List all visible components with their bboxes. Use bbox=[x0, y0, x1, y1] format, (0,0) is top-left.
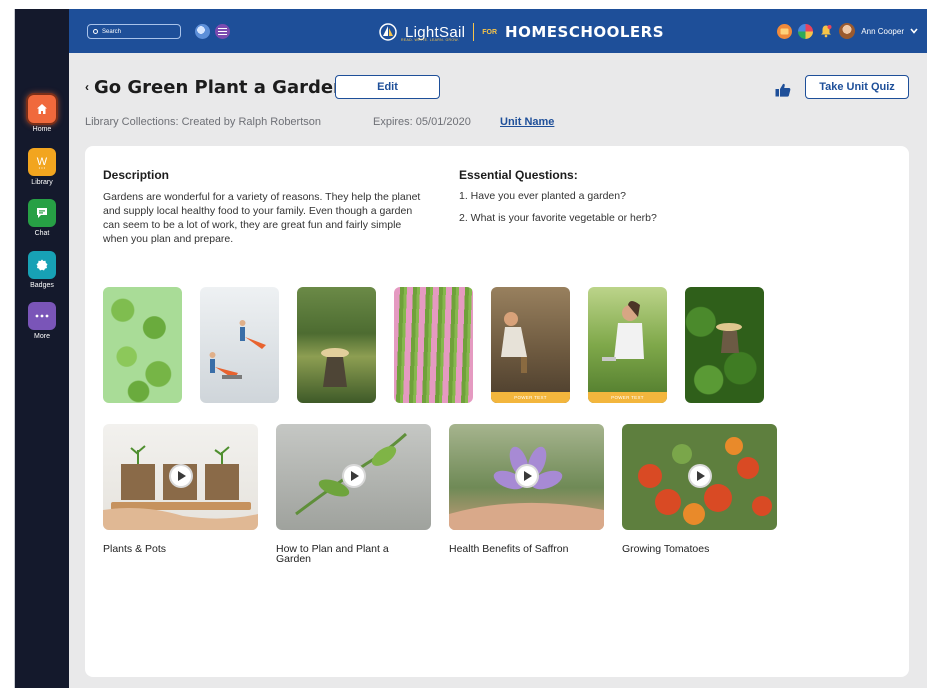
logo-for-text: FOR bbox=[482, 28, 498, 36]
question-item: 2. What is your favorite vegetable or he… bbox=[459, 212, 657, 224]
top-header: Search LightSail READ. WRITE. LEARN. GRO… bbox=[69, 9, 927, 53]
lightsail-logo: LightSail READ. WRITE. LEARN. GROW. FOR … bbox=[379, 19, 664, 45]
page-title: Go Green Plant a Garden bbox=[94, 77, 346, 98]
video-card-tomatoes[interactable] bbox=[622, 424, 777, 530]
expires-meta: Expires: 05/01/2020 bbox=[373, 116, 471, 128]
take-unit-quiz-button[interactable]: Take Unit Quiz bbox=[805, 75, 909, 99]
sidebar-item-label: Badges bbox=[30, 282, 54, 289]
image-tile-woman-gardening[interactable]: POWER TEXT bbox=[588, 287, 667, 403]
image-tile-rice-field-farmer[interactable] bbox=[297, 287, 376, 403]
video-card-saffron[interactable] bbox=[449, 424, 604, 530]
image-tile-asparagus[interactable] bbox=[394, 287, 473, 403]
edit-button[interactable]: Edit bbox=[335, 75, 440, 99]
video-caption[interactable]: Plants & Pots bbox=[103, 544, 253, 555]
user-menu[interactable]: Ann Cooper bbox=[777, 23, 918, 39]
video-card-plan-plant-garden[interactable] bbox=[276, 424, 431, 530]
image-tile-broccoli[interactable] bbox=[103, 287, 182, 403]
back-chevron[interactable]: ‹ bbox=[85, 80, 89, 94]
play-icon[interactable] bbox=[688, 464, 712, 488]
sidebar-item-label: More bbox=[34, 333, 50, 340]
video-caption[interactable]: Growing Tomatoes bbox=[622, 544, 772, 555]
sidebar-item-label: Chat bbox=[34, 230, 50, 237]
book-icon[interactable] bbox=[777, 23, 793, 39]
image-tile-miniature-gardeners[interactable] bbox=[200, 287, 279, 403]
sidebar-item-label: Home bbox=[32, 126, 52, 133]
color-wheel-icon[interactable] bbox=[798, 23, 814, 39]
sail-logo-icon bbox=[379, 23, 397, 41]
play-icon[interactable] bbox=[169, 464, 193, 488]
chevron-down-icon[interactable] bbox=[910, 28, 918, 34]
video-card-plants-pots[interactable] bbox=[103, 424, 258, 530]
thumbs-up-icon[interactable] bbox=[775, 83, 791, 97]
sidebar-item-library[interactable]: W • • • Library bbox=[15, 148, 69, 186]
sidebar-item-badges[interactable]: Badges bbox=[15, 251, 69, 289]
sidebar-item-chat[interactable]: Chat bbox=[15, 199, 69, 237]
logo-tagline: READ. WRITE. LEARN. GROW. bbox=[401, 38, 460, 42]
user-name: Ann Cooper bbox=[861, 26, 904, 36]
power-text-badge: POWER TEXT bbox=[588, 392, 667, 403]
globe-icon[interactable] bbox=[195, 24, 210, 39]
sidebar-item-label: Library bbox=[31, 179, 53, 186]
bell-icon[interactable] bbox=[819, 24, 833, 38]
sidebar: Home W • • • Library Chat Badges More bbox=[15, 9, 69, 688]
svg-text:• • •: • • • bbox=[39, 165, 46, 170]
video-caption[interactable]: How to Plan and Plant a Garden bbox=[276, 544, 406, 565]
more-dots-icon bbox=[28, 302, 56, 330]
content-card: Description Gardens are wonderful for a … bbox=[85, 146, 909, 677]
description-text: Gardens are wonderful for a variety of r… bbox=[103, 191, 421, 245]
search-input[interactable]: Search bbox=[87, 24, 181, 39]
settings-sliders-icon[interactable] bbox=[215, 24, 230, 39]
app-window: Home W • • • Library Chat Badges More Se… bbox=[14, 9, 927, 688]
essential-questions-heading: Essential Questions: bbox=[459, 168, 578, 182]
search-placeholder: Search bbox=[102, 28, 122, 35]
badge-icon bbox=[28, 251, 56, 279]
logo-homeschoolers-text: HOMESCHOOLERS bbox=[505, 23, 665, 41]
power-text-badge: POWER TEXT bbox=[491, 392, 570, 403]
question-item: 1. Have you ever planted a garden? bbox=[459, 190, 626, 202]
sidebar-item-more[interactable]: More bbox=[15, 302, 69, 340]
video-caption[interactable]: Health Benefits of Saffron bbox=[449, 544, 599, 555]
library-w-icon: W • • • bbox=[28, 148, 56, 176]
play-icon[interactable] bbox=[515, 464, 539, 488]
sidebar-item-home[interactable]: Home bbox=[15, 95, 69, 133]
unit-name-link[interactable]: Unit Name bbox=[500, 116, 554, 128]
chat-icon bbox=[28, 199, 56, 227]
logo-divider bbox=[473, 23, 475, 41]
collection-meta: Library Collections: Created by Ralph Ro… bbox=[85, 116, 322, 128]
search-icon bbox=[93, 29, 98, 34]
image-tile-farmer-in-leaves[interactable] bbox=[685, 287, 764, 403]
home-icon bbox=[28, 95, 56, 123]
avatar[interactable] bbox=[839, 23, 856, 39]
description-heading: Description bbox=[103, 168, 170, 182]
play-icon[interactable] bbox=[342, 464, 366, 488]
image-tile-man-planting[interactable]: POWER TEXT bbox=[491, 287, 570, 403]
